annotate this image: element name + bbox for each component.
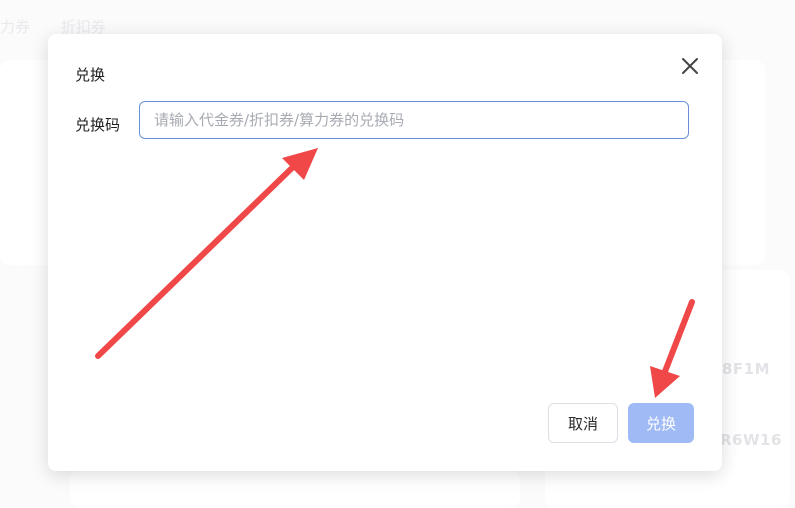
redeem-dialog: 兑换 兑换码 取消 兑换 xyxy=(48,34,722,471)
redeem-code-label: 兑换码 xyxy=(75,116,121,134)
dialog-title: 兑换 xyxy=(75,66,106,84)
redeem-code-input[interactable] xyxy=(139,101,689,139)
redeem-button[interactable]: 兑换 xyxy=(628,403,694,443)
close-icon xyxy=(682,58,698,74)
cancel-button[interactable]: 取消 xyxy=(548,403,618,443)
close-button[interactable] xyxy=(678,54,702,78)
